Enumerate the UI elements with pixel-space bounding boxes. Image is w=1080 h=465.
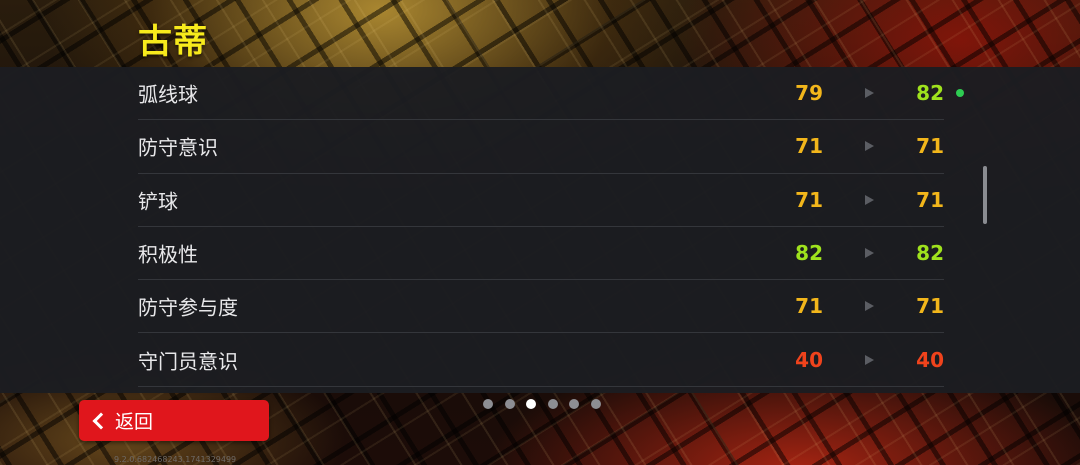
stats-list: 弧线球 79 82 防守意识 71 71 铲球 71 71 积极性 82 82 … (138, 67, 964, 387)
stat-label: 弧线球 (138, 82, 198, 107)
page-dot[interactable] (526, 399, 536, 409)
page-dot[interactable] (590, 399, 601, 409)
back-button-label: 返回 (115, 411, 154, 433)
version-label: 9.2.0.682468243.1741329499 (114, 455, 237, 464)
stat-current-value: 71 (795, 187, 823, 212)
stat-label: 铲球 (138, 189, 178, 214)
stat-new-value: 82 (916, 81, 944, 106)
stat-row: 防守意识 71 71 (138, 120, 944, 174)
stat-current-value: 79 (795, 81, 823, 106)
stat-new-value: 82 (916, 241, 944, 266)
player-name-title: 古蒂 (138, 22, 208, 62)
stats-panel[interactable]: 弧线球 79 82 防守意识 71 71 铲球 71 71 积极性 82 82 … (0, 67, 1080, 393)
stat-label: 守门员意识 (138, 349, 238, 374)
stat-row: 防守参与度 71 71 (138, 280, 944, 334)
play-arrow-icon (865, 354, 874, 365)
stat-row: 弧线球 79 82 (138, 67, 964, 121)
stat-label: 防守意识 (138, 135, 218, 160)
page-dot[interactable] (569, 399, 579, 409)
stat-new-value: 71 (916, 187, 944, 212)
stat-new-value: 40 (916, 347, 944, 372)
play-arrow-icon (865, 88, 874, 99)
play-arrow-icon (865, 301, 874, 312)
stat-row: 积极性 82 82 (138, 227, 944, 281)
stat-current-value: 40 (795, 347, 823, 372)
page-dot[interactable] (504, 399, 515, 409)
stat-label: 防守参与度 (138, 295, 238, 320)
stat-row: 守门员意识 40 40 (138, 333, 944, 387)
play-arrow-icon (865, 141, 874, 152)
stat-current-value: 71 (795, 134, 823, 159)
stat-new-value: 71 (916, 294, 944, 319)
stat-row: 铲球 71 71 (138, 174, 944, 227)
play-arrow-icon (865, 194, 874, 205)
scrollbar-thumb[interactable] (983, 166, 987, 224)
page-dot[interactable] (547, 399, 558, 409)
stat-current-value: 71 (795, 294, 823, 319)
change-indicator-dot-icon (956, 89, 964, 98)
page-dot[interactable] (483, 399, 493, 409)
page-indicator (483, 399, 601, 409)
stat-new-value: 71 (916, 134, 944, 159)
back-button[interactable]: 返回 (79, 400, 269, 441)
play-arrow-icon (865, 248, 874, 259)
chevron-left-icon (92, 412, 110, 429)
stat-current-value: 82 (795, 241, 823, 266)
stat-label: 积极性 (138, 242, 198, 267)
